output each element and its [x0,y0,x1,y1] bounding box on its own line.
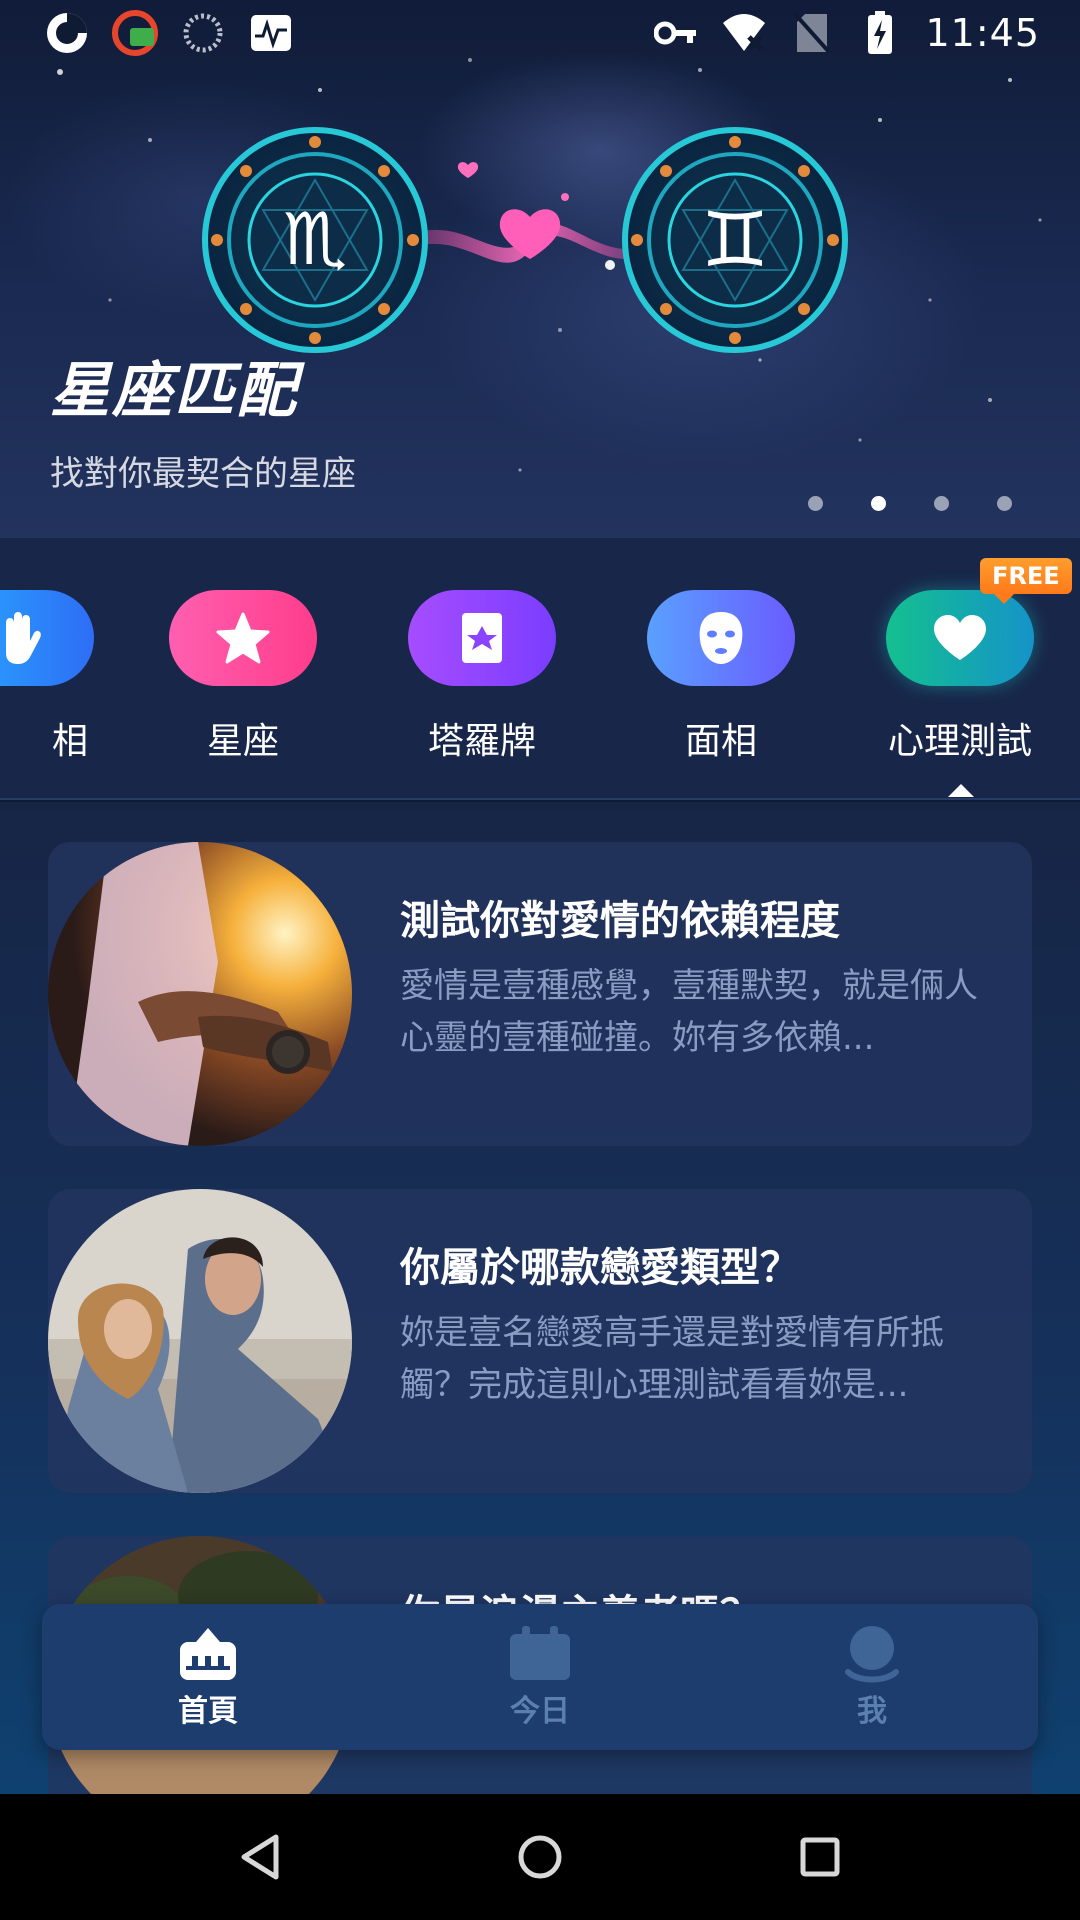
profile-icon [839,1624,905,1684]
activity-monitor-icon [248,10,294,56]
carousel-dot[interactable] [808,496,823,511]
bottom-navigation: 首頁 今日 我 [42,1604,1038,1750]
zodiac-match-illustration: ♏ ♊ [202,127,848,353]
nav-today[interactable]: 今日 [374,1604,706,1750]
category-tarot[interactable]: 塔羅牌 [382,590,582,764]
selected-category-indicator [948,784,974,797]
carousel-dot[interactable] [997,496,1012,511]
card-thumbnail [48,1189,352,1493]
back-icon[interactable] [225,1822,295,1892]
nav-label: 我 [857,1694,887,1729]
nav-me[interactable]: 我 [706,1604,1038,1750]
banner-subtitle: 找對你最契合的星座 [50,454,356,494]
card-description: 妳是壹名戀愛高手還是對愛情有所抵觸？完成這則心理測試看看妳是... [400,1313,944,1405]
nav-label: 首頁 [178,1694,238,1729]
svg-text:♏: ♏ [283,197,348,281]
no-sim-icon [789,10,835,56]
nav-home[interactable]: 首頁 [42,1604,374,1750]
home-icon [175,1624,241,1684]
card-title: 測試你對愛情的依賴程度 [400,898,840,944]
carousel-dot[interactable] [934,496,949,511]
category-horoscope[interactable]: 星座 [143,590,343,764]
category-palm[interactable]: 相 [0,590,120,764]
svg-text:♊: ♊ [701,195,769,284]
card-title: 你屬於哪款戀愛類型？ [400,1245,800,1291]
category-psychology-test[interactable]: 心理測試 [860,590,1060,764]
card-description: 愛情是壹種感覺，壹種默契，就是倆人心靈的壹種碰撞。妳有多依賴... [400,966,978,1058]
battery-charging-icon [857,10,903,56]
category-row: 相 星座 塔羅牌 面相 心理測試 FREE [0,538,1080,800]
category-label: 心理測試 [887,721,1032,762]
card-thumbnail [48,842,352,1146]
category-label: 星座 [206,721,279,762]
category-face-reading[interactable]: 面相 [621,590,821,764]
calendar-icon [507,1624,573,1684]
category-label: 相 [51,721,88,762]
face-mask-icon [647,590,795,686]
loading-icon [180,10,226,56]
heart-icon [886,590,1034,686]
recents-icon[interactable] [785,1822,855,1892]
star-icon [169,590,317,686]
status-time: 11:45 [925,11,1040,55]
banner-title: 星座匹配 [50,356,298,426]
app-refresh-icon [44,10,90,56]
system-navigation-bar [0,1794,1080,1920]
vpn-key-icon [653,10,699,56]
status-bar: 11:45 [0,0,1080,66]
palm-icon [0,590,94,686]
free-badge: FREE [980,558,1072,604]
category-label: 面相 [684,721,757,762]
nav-label: 今日 [510,1694,570,1729]
wifi-off-icon [721,10,767,56]
home-circle-icon[interactable] [505,1822,575,1892]
banner-carousel[interactable]: ♏ ♊ 星座匹配 找對你最契合的星座 [0,0,1080,538]
carousel-indicator [808,496,1012,511]
tarot-card-icon [408,590,556,686]
category-label: 塔羅牌 [427,721,536,762]
app-badge-icon [112,10,158,56]
list-item[interactable]: 測試你對愛情的依賴程度 愛情是壹種感覺，壹種默契，就是倆人心靈的壹種碰撞。妳有多… [48,842,1032,1146]
carousel-dot-active[interactable] [871,496,886,511]
list-item[interactable]: 你屬於哪款戀愛類型？ 妳是壹名戀愛高手還是對愛情有所抵觸？完成這則心理測試看看妳… [48,1189,1032,1493]
